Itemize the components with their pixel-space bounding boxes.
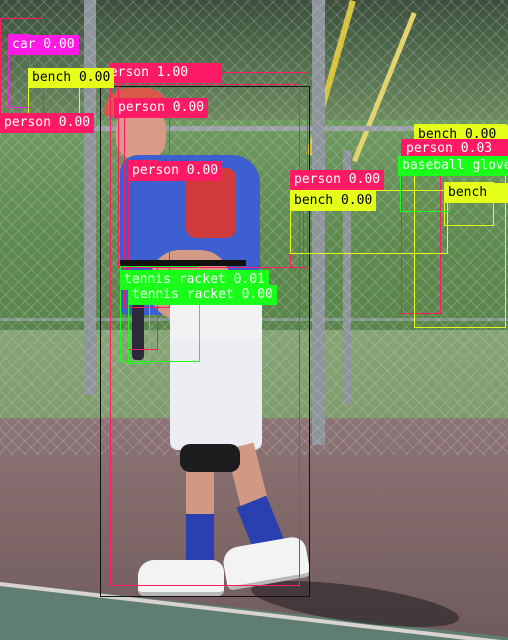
label-person: person 1.00: [110, 63, 222, 83]
label-person: person 0.00: [290, 170, 385, 190]
label-person: person 0.00: [128, 161, 223, 181]
detection-box-dark: [120, 260, 246, 266]
label-tennis-racket: tennis racket 0.00: [128, 285, 277, 305]
detection-viewer: car 0.00 person 1.00 bench 0.00 person 0…: [0, 0, 508, 640]
label-bench: bench 0.00: [290, 191, 377, 211]
label-baseball-glove: baseball glove: [398, 156, 508, 176]
label-bench: bench 0.00: [28, 68, 115, 88]
label-person: person 0.00: [0, 113, 95, 133]
label-car: car 0.00: [8, 35, 79, 55]
label-bench: bench: [444, 183, 508, 203]
label-person: person 0.00: [114, 98, 209, 118]
